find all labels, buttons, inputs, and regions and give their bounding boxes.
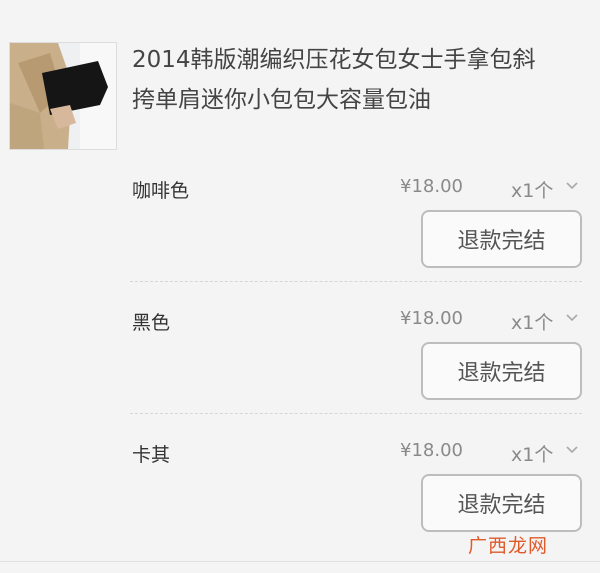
product-title-line-1: 2014韩版潮编织压花女包女士手拿包斜 [132,47,536,73]
product-image [10,43,116,149]
product-title-line-2: 挎单肩迷你小包包大容量包油 [132,87,431,113]
refund-complete-button[interactable]: 退款完结 [421,342,582,400]
divider [130,413,582,414]
variant-quantity[interactable]: x1个 [511,440,553,467]
variant-quantity[interactable]: x1个 [511,176,553,203]
variant-color: 卡其 [132,444,171,466]
variant-price: ¥18.00 [400,308,463,329]
variant-row: 咖啡色 ¥18.00 x1个 退款完结 [0,176,600,309]
variant-color: 黑色 [132,312,171,334]
product-header: 2014韩版潮编织压花女包女士手拿包斜 挎单肩迷你小包包大容量包油 [0,0,600,160]
variant-price: ¥18.00 [400,176,463,197]
refund-complete-button[interactable]: 退款完结 [421,210,582,268]
variant-price: ¥18.00 [400,440,463,461]
chevron-down-icon[interactable] [565,443,579,457]
chevron-down-icon[interactable] [565,179,579,193]
variant-quantity[interactable]: x1个 [511,308,553,335]
product-title[interactable]: 2014韩版潮编织压花女包女士手拿包斜 挎单肩迷你小包包大容量包油 [132,40,592,120]
chevron-down-icon[interactable] [565,311,579,325]
divider [130,281,582,282]
variant-row: 黑色 ¥18.00 x1个 退款完结 [0,308,600,441]
watermark: 广西龙网 [468,535,549,557]
bottom-divider [0,561,600,562]
product-thumbnail[interactable] [9,42,117,150]
refund-complete-button[interactable]: 退款完结 [421,474,582,532]
variant-color: 咖啡色 [132,180,190,202]
